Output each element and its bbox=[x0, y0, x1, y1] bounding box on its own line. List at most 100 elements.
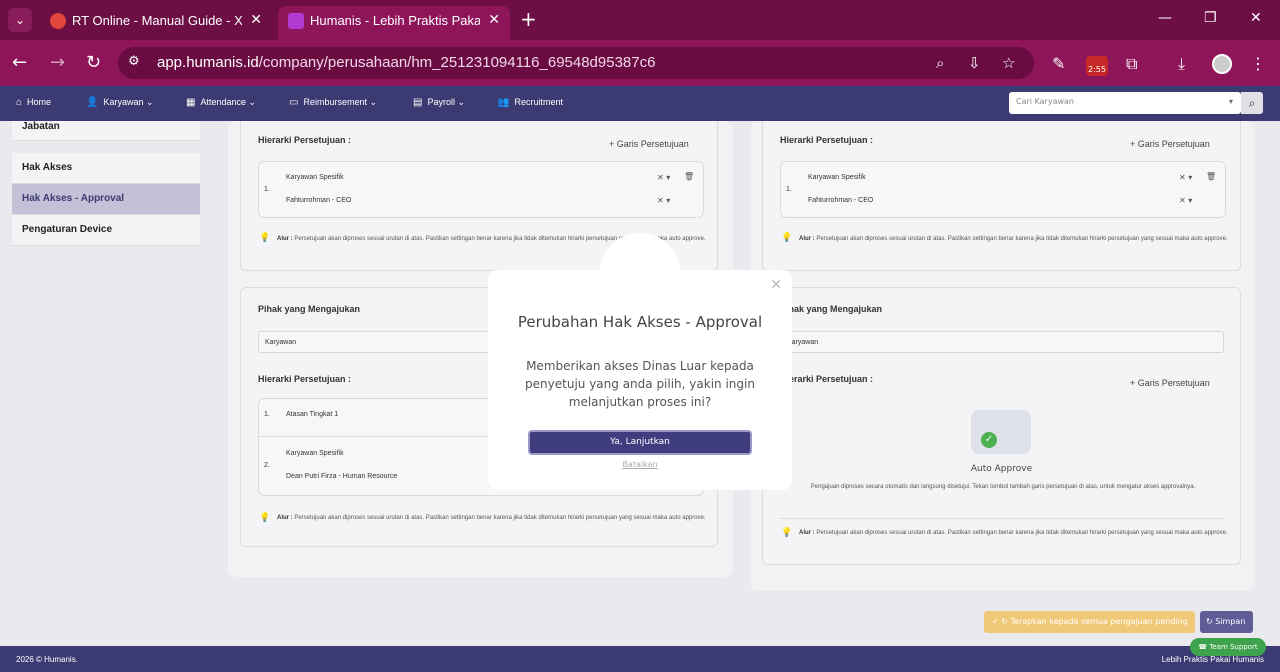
sidebar-item-pengaturan-device[interactable]: Pengaturan Device bbox=[12, 215, 200, 246]
footer-copyright: 2026 © Humanis. bbox=[16, 655, 78, 664]
hierarki-card: Hierarki Persetujuan : + Garis Persetuju… bbox=[762, 121, 1241, 271]
auto-approve-desc: Pengajuan diproses secara otomatis dan l… bbox=[810, 484, 1196, 490]
site-info-icon[interactable]: ⚙ bbox=[128, 54, 140, 69]
hierarki-label: Hierarki Persetujuan : bbox=[258, 374, 352, 384]
minimize-icon[interactable]: — bbox=[1158, 10, 1172, 26]
download-icon[interactable]: ⤓ bbox=[1178, 54, 1185, 74]
employee-search-input[interactable]: Cari Karyawan ▾ bbox=[1009, 92, 1241, 114]
rt-online-favicon-icon bbox=[50, 13, 66, 29]
browser-tab-bar: ⌄ RT Online - Manual Guide - Xm ✕ Humani… bbox=[0, 0, 1280, 40]
lightbulb-icon: 💡 bbox=[781, 528, 793, 538]
confirmation-modal: ✕ Perubahan Hak Akses - Approval Memberi… bbox=[488, 270, 792, 490]
approver-person[interactable]: Dean Putri Firza - Human Resource bbox=[286, 473, 397, 480]
nav-home[interactable]: ⌂ Home bbox=[16, 97, 51, 108]
pengajuan-card: Pihak yang Mengajukan Karyawan Hierarki … bbox=[762, 287, 1241, 565]
add-garis-button[interactable]: + Garis Persetujuan bbox=[1130, 139, 1210, 149]
tab-title: RT Online - Manual Guide - Xm bbox=[72, 13, 242, 28]
window-close-icon[interactable]: ✕ bbox=[1250, 10, 1262, 26]
more-menu-icon[interactable]: ⋮ bbox=[1250, 54, 1266, 73]
nav-attendance[interactable]: ▦ Attendance ⌄ bbox=[186, 97, 256, 108]
approver-type[interactable]: Karyawan Spesifik bbox=[808, 174, 866, 181]
add-garis-button[interactable]: + Garis Persetujuan bbox=[1130, 378, 1210, 388]
auto-approve-title: Auto Approve bbox=[970, 464, 1033, 474]
modal-message: Memberikan akses Dinas Luar kepada penye… bbox=[525, 359, 755, 409]
apply-pending-button[interactable]: ✓ ↻ Terapkan kepada semua pengajuan pend… bbox=[984, 611, 1195, 633]
footer: 2026 © Humanis. Lebih Praktis Pakai Huma… bbox=[0, 646, 1280, 672]
save-button[interactable]: ↻ Simpan bbox=[1200, 611, 1253, 633]
sidebar-item-jabatan[interactable]: Jabatan bbox=[12, 121, 200, 141]
sidebar-item-hak-akses-approval[interactable]: Hak Akses - Approval bbox=[12, 184, 200, 215]
user-icon: 👤 bbox=[86, 97, 99, 108]
tab-close-icon[interactable]: ✕ bbox=[488, 11, 500, 28]
clear-close-icon[interactable]: ✕ ▾ bbox=[657, 196, 670, 205]
confirm-button[interactable]: Ya, Lanjutkan bbox=[528, 430, 752, 455]
bookmark-star-icon[interactable]: ☆ bbox=[1002, 54, 1015, 72]
lightbulb-icon: 💡 bbox=[781, 233, 793, 243]
clear-close-icon[interactable]: ✕ ▾ bbox=[657, 173, 670, 182]
new-tab-icon[interactable]: + bbox=[520, 8, 537, 30]
alur-note: Alur : Persetujuan akan diproses sesuai … bbox=[799, 236, 1228, 242]
approver-type[interactable]: Karyawan Spesifik bbox=[286, 450, 344, 457]
add-garis-button[interactable]: + Garis Persetujuan bbox=[609, 139, 689, 149]
lightbulb-icon: 💡 bbox=[259, 513, 271, 523]
nav-karyawan[interactable]: 👤 Karyawan ⌄ bbox=[86, 97, 154, 108]
pihak-select[interactable]: Karyawan bbox=[780, 331, 1224, 353]
row-number: 1. bbox=[264, 186, 270, 193]
approver-row: 1. Karyawan Spesifik Fahturrohman - CEO … bbox=[258, 161, 704, 218]
restore-icon[interactable]: ❐ bbox=[1204, 10, 1217, 26]
row-number: 2. bbox=[264, 462, 270, 469]
humanis-favicon-icon bbox=[288, 13, 304, 29]
check-icon: ✓ bbox=[992, 617, 999, 626]
timer-extension-badge[interactable]: 2:55 bbox=[1086, 56, 1108, 76]
install-app-icon[interactable]: ⇩ bbox=[968, 54, 981, 72]
nav-reimbursement[interactable]: ▭ Reimbursement ⌄ bbox=[289, 97, 377, 108]
search-icon[interactable]: ⌕ bbox=[1241, 92, 1263, 114]
footer-tagline: Lebih Praktis Pakai Humanis bbox=[1161, 655, 1264, 664]
trash-icon[interactable]: 🗑 bbox=[1206, 172, 1216, 181]
approver-row: 1. Karyawan Spesifik Fahturrohman - CEO … bbox=[780, 161, 1226, 218]
trash-icon[interactable]: 🗑 bbox=[684, 172, 694, 181]
zoom-icon[interactable]: ⌕ bbox=[936, 54, 944, 72]
sidebar-item-hak-akses[interactable]: Hak Akses bbox=[12, 153, 200, 184]
tab-search-chevron-icon[interactable]: ⌄ bbox=[8, 8, 32, 32]
nav-payroll[interactable]: ▤ Payroll ⌄ bbox=[413, 97, 465, 108]
home-icon: ⌂ bbox=[16, 97, 23, 108]
sidebar-group-2: Hak Akses Hak Akses - Approval Pengatura… bbox=[12, 153, 200, 246]
hierarki-label: Hierarki Persetujuan : bbox=[780, 374, 874, 384]
approver-type[interactable]: Karyawan Spesifik bbox=[286, 174, 344, 181]
pihak-label: Pihak yang Mengajukan bbox=[258, 304, 361, 314]
money-icon: ▭ bbox=[289, 97, 299, 108]
tab-humanis[interactable]: Humanis - Lebih Praktis Pakai H ✕ bbox=[278, 6, 510, 40]
modal-title: Perubahan Hak Akses - Approval bbox=[517, 313, 763, 331]
reload-icon[interactable]: ↻ bbox=[86, 52, 101, 74]
forward-icon[interactable]: → bbox=[50, 52, 65, 74]
approver-type[interactable]: Atasan Tingkat 1 bbox=[286, 411, 338, 418]
url-text: app.humanis.id/company/perusahaan/hm_251… bbox=[157, 54, 656, 71]
sidebar-group-1: Jabatan bbox=[12, 121, 200, 141]
approver-person[interactable]: Fahturrohman - CEO bbox=[808, 197, 873, 204]
row-number: 1. bbox=[264, 411, 270, 418]
alur-note: Alur : Persetujuan akan diproses sesuai … bbox=[799, 530, 1228, 536]
payroll-icon: ▤ bbox=[413, 97, 423, 108]
close-icon[interactable]: ✕ bbox=[770, 277, 782, 293]
extension-feather-icon[interactable]: ✎ bbox=[1052, 54, 1065, 73]
nav-recruitment[interactable]: 👥 Recruitment bbox=[497, 97, 563, 108]
clear-close-icon[interactable]: ✕ ▾ bbox=[1179, 196, 1192, 205]
row-number: 1. bbox=[786, 186, 792, 193]
tab-title: Humanis - Lebih Praktis Pakai H bbox=[310, 13, 480, 28]
right-approval-panel: Hierarki Persetujuan : + Garis Persetuju… bbox=[750, 121, 1254, 591]
address-bar[interactable]: ⚙ app.humanis.id/company/perusahaan/hm_2… bbox=[118, 47, 1034, 79]
team-support-button[interactable]: ☎ Team Support bbox=[1190, 638, 1266, 656]
approver-person[interactable]: Fahturrohman - CEO bbox=[286, 197, 351, 204]
profile-avatar[interactable] bbox=[1212, 54, 1232, 74]
tab-rt-online[interactable]: RT Online - Manual Guide - Xm ✕ bbox=[40, 6, 272, 36]
clear-close-icon[interactable]: ✕ ▾ bbox=[1179, 173, 1192, 182]
tab-close-icon[interactable]: ✕ bbox=[250, 11, 262, 28]
app-navbar: ⌂ Home 👤 Karyawan ⌄ ▦ Attendance ⌄ ▭ Reimbur… bbox=[0, 86, 1280, 121]
extensions-puzzle-icon[interactable]: ⧉ bbox=[1126, 54, 1137, 74]
auto-approve-illustration-icon: ✓ bbox=[971, 410, 1031, 454]
calendar-icon: ▦ bbox=[186, 97, 196, 108]
cancel-link[interactable]: Batalkan bbox=[608, 460, 672, 469]
pihak-label: Pihak yang Mengajukan bbox=[780, 304, 883, 314]
back-icon[interactable]: ← bbox=[12, 52, 27, 74]
